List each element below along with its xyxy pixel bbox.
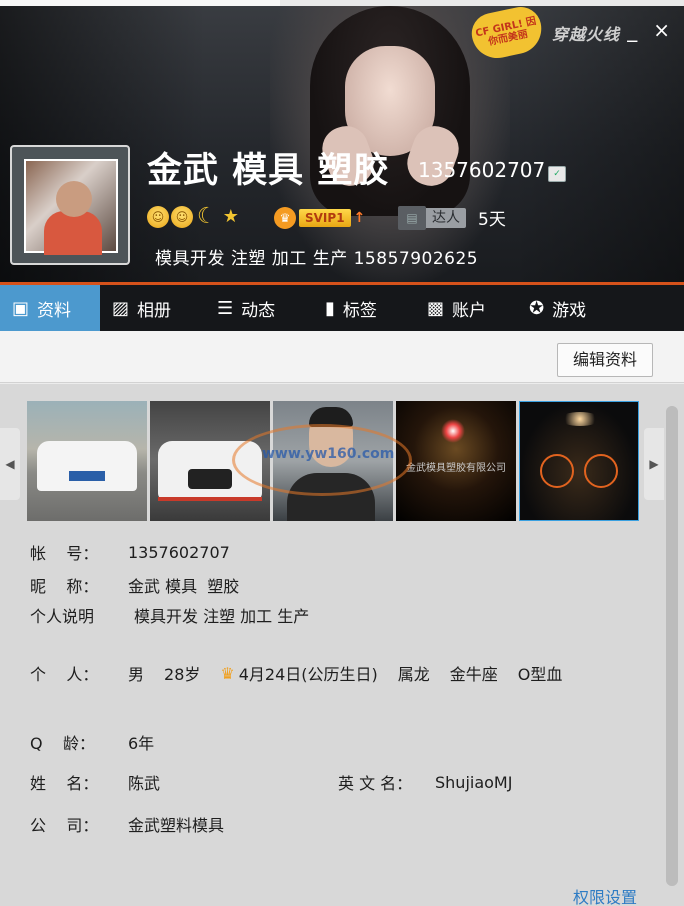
tab-profile[interactable]: ▣ 资料 [0, 285, 100, 338]
sun-level-icon: ☺ [147, 206, 169, 228]
zodiac: 属龙 [397, 665, 430, 684]
photo-prev-button[interactable]: ◀ [0, 428, 20, 500]
vertical-scrollbar[interactable] [666, 406, 678, 886]
tab-feed[interactable]: ☰ 动态 [205, 285, 313, 331]
tab-account[interactable]: ▩ 账户 [415, 285, 517, 331]
photo-thumbnail[interactable]: 金武模具塑胶有限公司 [396, 401, 516, 521]
qage-label: Q 龄： [30, 734, 95, 753]
daren-label: 达人 [426, 207, 466, 228]
scrollbar-thumb[interactable] [666, 406, 678, 886]
profile-tabs: ▣ 资料 ▨ 相册 ☰ 动态 ▮ 标签 ▩ 账户 ✪ 游戏 [0, 285, 684, 338]
tab-tags[interactable]: ▮ 标签 [313, 285, 415, 331]
window-controls: _ × [627, 20, 670, 40]
action-bar: 编辑资料 [0, 331, 684, 383]
company-label: 公 司： [30, 816, 99, 835]
photo-next-button[interactable]: ▶ [644, 428, 664, 500]
qq-level[interactable]: ☺ ☺ ☾ ★ [147, 206, 239, 228]
account-row: 帐 号： 1357602707 [30, 540, 230, 564]
account-value: 1357602707 [128, 542, 230, 562]
daren-group[interactable]: ▤ 达人 5天 [398, 205, 506, 230]
name-value: 陈武 [128, 774, 161, 793]
nickname-value: 金武 模具 塑胶 [128, 577, 240, 596]
account-label: 帐 号： [30, 544, 99, 563]
daren-truck-icon: ▤ [398, 205, 426, 230]
age: 28岁 [164, 665, 201, 684]
cf-girl-badge: CF GIRL! 因你而美丽 [467, 3, 547, 63]
avatar[interactable] [10, 145, 130, 265]
qq-number: 1357602707 [418, 158, 546, 182]
name-row: 姓 名： 陈武 英 文 名： ShujiaoMJ [30, 770, 512, 794]
description-label: 个人说明 [30, 607, 95, 626]
signature: 模具开发 注塑 加工 生产 15857902625 [155, 249, 479, 269]
profile-content: ◀ ▶ 金武模具塑胶有限公司 www.yw160.com 帐 号： 135760… [0, 384, 684, 906]
name-label: 姓 名： [30, 774, 99, 793]
svip-badge: SVIP1 [299, 209, 351, 227]
bookmark-icon: ▮ [325, 297, 335, 319]
tab-games[interactable]: ✪ 游戏 [517, 285, 627, 331]
birthday-crown-icon: ♛ [220, 663, 235, 683]
upgrade-arrow-icon: ↑ [353, 210, 366, 226]
personal-row: 个 人： 男 28岁 ♛ 4月24日(公历生日) 属龙 金牛座 O型血 [30, 661, 582, 685]
birthday: 4月24日(公历生日) [238, 665, 378, 684]
close-button[interactable]: × [653, 20, 670, 40]
nickname-row: 昵 称： 金武 模具 塑胶 [30, 573, 239, 597]
vip-badge-group[interactable]: ♛ SVIP1 ↑ [274, 207, 365, 229]
gender: 男 [128, 665, 145, 684]
photo-caption: 金武模具塑胶有限公司 [406, 463, 506, 474]
moon-level-icon: ☾ [197, 204, 217, 229]
photo-thumbnail[interactable] [27, 401, 147, 521]
game-icon: ✪ [529, 297, 545, 319]
profile-header: CF GIRL! 因你而美丽 穿越火线 _ × 金武 模具 塑胶 1357602… [0, 0, 684, 331]
album-icon: ▨ [112, 297, 130, 319]
qq-card-icon[interactable]: ✓ [548, 166, 566, 182]
qage-value: 6年 [128, 734, 155, 753]
profile-card-icon: ▣ [12, 297, 30, 319]
description-row: 个人说明 模具开发 注塑 加工 生产 [30, 603, 309, 627]
nickname-title: 金武 模具 塑胶 [147, 151, 390, 191]
qage-row: Q 龄： 6年 [30, 730, 154, 754]
permission-settings-link[interactable]: 权限设置 [573, 884, 637, 906]
blood-type: O型血 [517, 665, 563, 684]
cover-brand: CF GIRL! 因你而美丽 穿越火线 [467, 3, 621, 63]
watermark-text: www.yw160.com [262, 446, 395, 462]
feed-list-icon: ☰ [217, 297, 234, 319]
briefcase-icon: ▩ [427, 297, 445, 319]
crossfire-logo: 穿越火线 [552, 25, 621, 44]
english-name-label: 英 文 名： [338, 774, 413, 793]
photo-thumbnail[interactable] [150, 401, 270, 521]
star-level-icon: ★ [222, 206, 239, 227]
english-name-value: ShujiaoMJ [435, 772, 513, 792]
constellation: 金牛座 [449, 665, 498, 684]
tab-album[interactable]: ▨ 相册 [100, 285, 205, 331]
vip-penguin-icon: ♛ [274, 207, 296, 229]
photo-thumbnail[interactable] [519, 401, 639, 521]
sun-level-icon: ☺ [171, 206, 193, 228]
description-value: 模具开发 注塑 加工 生产 [134, 607, 310, 626]
company-value: 金武塑料模具 [128, 816, 225, 835]
nickname-label: 昵 称： [30, 577, 99, 596]
minimize-button[interactable]: _ [627, 20, 637, 40]
personal-label: 个 人： [30, 665, 99, 684]
company-row: 公 司： 金武塑料模具 [30, 812, 224, 836]
daren-days: 5天 [478, 210, 506, 230]
edit-profile-button[interactable]: 编辑资料 [557, 343, 653, 377]
